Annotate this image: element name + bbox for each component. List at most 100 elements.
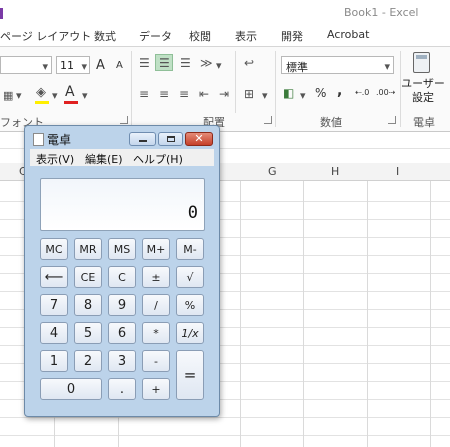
key-mr[interactable]: MR — [74, 238, 102, 260]
key-7[interactable]: 7 — [40, 294, 68, 316]
chevron-down-icon[interactable]: ▾ — [300, 90, 306, 101]
orientation-icon[interactable]: ≫ — [200, 57, 213, 69]
group-label-number: 数値 — [320, 116, 342, 129]
chevron-down-icon[interactable]: ▾ — [262, 90, 268, 101]
calculator-menu-bar: 表示(V) 編集(E) ヘルプ(H) — [30, 149, 214, 166]
key-3[interactable]: 3 — [108, 350, 136, 372]
key-m-plus[interactable]: M+ — [142, 238, 170, 260]
ribbon: ▾ 11 ▾ A A ▦ ▾ ◈ ▾ A ▾ フォント ☰ ☰ ☰ ≫ ▾ ≡ … — [0, 47, 450, 131]
tab-acrobat[interactable]: Acrobat — [327, 28, 369, 41]
key-mc[interactable]: MC — [40, 238, 68, 260]
wrap-text-icon[interactable]: ↩ — [244, 57, 254, 69]
align-middle-icon: ☰ — [159, 56, 170, 70]
currency-icon[interactable]: ◧ — [283, 86, 294, 100]
calculator-window[interactable]: 電卓 ✕ 表示(V) 編集(E) ヘルプ(H) 0 MC MR MS M+ M-… — [24, 125, 220, 417]
row-line — [0, 417, 450, 418]
tab-data[interactable]: データ — [139, 28, 172, 44]
align-top-icon[interactable]: ☰ — [139, 57, 150, 69]
key-0[interactable]: 0 — [40, 378, 102, 400]
percent-button[interactable]: % — [315, 86, 326, 100]
decrease-decimal-icon[interactable]: .00⇢ — [376, 88, 395, 97]
key-ms[interactable]: MS — [108, 238, 136, 260]
chevron-down-icon[interactable]: ▾ — [82, 90, 88, 101]
grow-font-button[interactable]: A — [96, 58, 105, 73]
calculator-icon[interactable] — [413, 52, 430, 73]
group-separator — [235, 51, 236, 113]
key-multiply[interactable]: * — [142, 322, 170, 344]
key-divide[interactable]: / — [142, 294, 170, 316]
key-equals[interactable]: = — [176, 350, 204, 400]
tab-formulas[interactable]: 数式 — [94, 28, 116, 44]
column-header-g[interactable]: G — [268, 165, 277, 178]
menu-edit[interactable]: 編集(E) — [85, 151, 123, 167]
dialog-launcher-icon[interactable] — [264, 116, 272, 124]
key-subtract[interactable]: - — [142, 350, 170, 372]
column-line — [430, 163, 431, 447]
tab-view[interactable]: 表示 — [235, 28, 257, 44]
fill-color-swatch — [35, 101, 49, 104]
column-header-i[interactable]: I — [396, 165, 399, 178]
calculator-title: 電卓 — [47, 133, 72, 147]
align-bottom-icon[interactable]: ☰ — [180, 57, 191, 69]
key-add[interactable]: + — [142, 378, 170, 400]
user-settings-button[interactable]: ユーザー 設定 — [401, 77, 445, 105]
align-left-icon[interactable]: ≡ — [139, 88, 149, 100]
close-icon: ✕ — [194, 132, 204, 145]
increase-indent-icon[interactable]: ⇥ — [219, 88, 229, 100]
display-value: 0 — [187, 203, 198, 223]
key-1[interactable]: 1 — [40, 350, 68, 372]
chevron-down-icon[interactable]: ▾ — [216, 60, 222, 71]
font-size-box[interactable]: 11 ▾ — [56, 56, 90, 74]
dialog-launcher-icon[interactable] — [120, 116, 128, 124]
chevron-down-icon: ▾ — [384, 60, 390, 73]
dialog-launcher-icon[interactable] — [388, 116, 396, 124]
key-9[interactable]: 9 — [108, 294, 136, 316]
window-title: Book1 - Excel — [344, 6, 419, 19]
chevron-down-icon: ▾ — [81, 60, 87, 73]
decrease-indent-icon[interactable]: ⇤ — [199, 88, 209, 100]
chevron-down-icon[interactable]: ▾ — [52, 90, 58, 101]
key-decimal[interactable]: . — [108, 378, 136, 400]
calculator-display: 0 — [40, 178, 205, 231]
menu-help[interactable]: ヘルプ(H) — [133, 151, 183, 167]
maximize-icon — [167, 136, 175, 142]
shrink-font-button[interactable]: A — [116, 60, 123, 71]
key-8[interactable]: 8 — [74, 294, 102, 316]
column-header-h[interactable]: H — [331, 165, 339, 178]
menu-view[interactable]: 表示(V) — [36, 151, 74, 167]
key-2[interactable]: 2 — [74, 350, 102, 372]
calculator-app-icon — [33, 133, 44, 146]
key-percent[interactable]: % — [176, 294, 204, 316]
key-6[interactable]: 6 — [108, 322, 136, 344]
align-center-icon[interactable]: ≡ — [159, 88, 169, 100]
key-4[interactable]: 4 — [40, 322, 68, 344]
close-button[interactable]: ✕ — [185, 132, 213, 146]
key-backspace[interactable]: ⟵ — [40, 266, 68, 288]
chevron-down-icon[interactable]: ▾ — [16, 90, 22, 101]
merge-cells-icon[interactable]: ⊞ — [244, 88, 254, 100]
key-ce[interactable]: CE — [74, 266, 102, 288]
tab-review[interactable]: 校閲 — [189, 28, 211, 44]
number-format-value: 標準 — [286, 61, 308, 74]
align-right-icon[interactable]: ≡ — [179, 88, 189, 100]
key-c[interactable]: C — [108, 266, 136, 288]
maximize-button[interactable] — [158, 132, 183, 146]
fill-color-icon[interactable]: ◈ — [36, 85, 46, 100]
key-m-minus[interactable]: M- — [176, 238, 204, 260]
increase-decimal-icon[interactable]: ⇠.0 — [355, 88, 369, 97]
excel-app-icon — [0, 8, 3, 19]
key-5[interactable]: 5 — [74, 322, 102, 344]
font-name-box[interactable]: ▾ — [0, 56, 52, 74]
key-reciprocal[interactable]: 1/x — [176, 322, 204, 344]
border-icon[interactable]: ▦ — [3, 90, 13, 101]
minimize-button[interactable] — [129, 132, 156, 146]
key-plus-minus[interactable]: ± — [142, 266, 170, 288]
align-middle-button[interactable]: ☰ — [155, 54, 173, 71]
tab-page-layout[interactable]: ページ レイアウト — [0, 28, 91, 44]
font-color-button[interactable]: A — [65, 84, 75, 100]
column-line — [240, 163, 241, 447]
comma-button[interactable]: , — [337, 83, 342, 99]
key-sqrt[interactable]: √ — [176, 266, 204, 288]
tab-developer[interactable]: 開発 — [281, 28, 303, 44]
number-format-box[interactable]: 標準 ▾ — [281, 56, 394, 74]
